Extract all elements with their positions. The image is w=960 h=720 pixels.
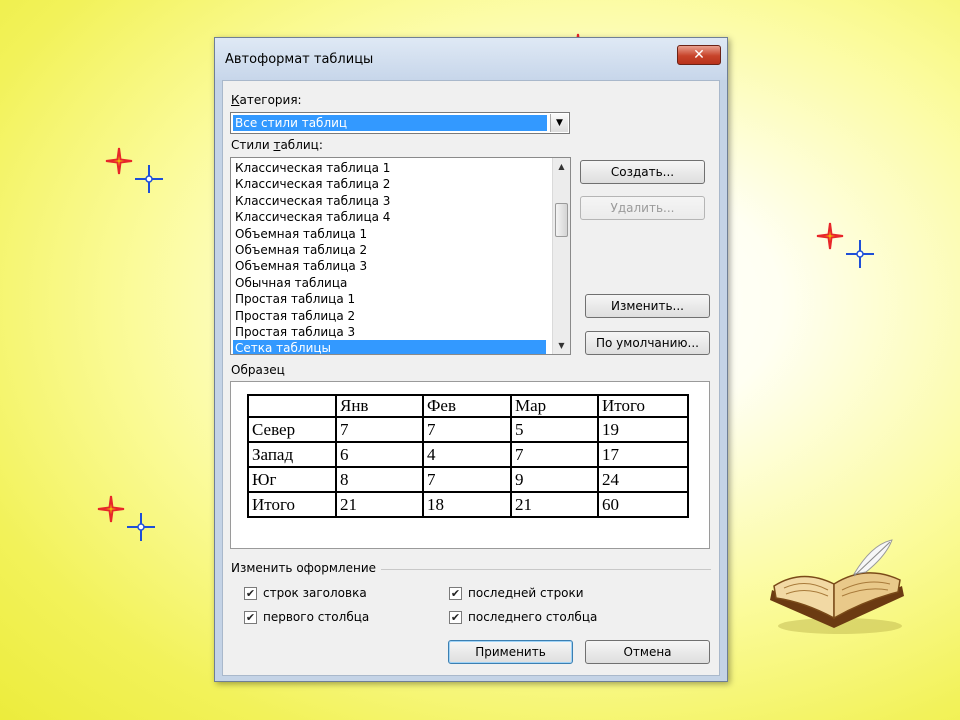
category-label: Категория: [231,93,302,107]
table-cell: 19 [597,416,689,443]
apply-button[interactable]: Применить [448,640,573,664]
last-row-label: последней строки [468,586,584,600]
last-column-checkbox[interactable]: ✔ [449,611,462,624]
list-item[interactable]: Обычная таблица [233,275,546,291]
scroll-thumb[interactable] [555,203,568,237]
delete-button[interactable]: Удалить... [580,196,705,220]
table-cell: 5 [510,416,599,443]
table-cell: 17 [597,441,689,468]
formatting-group-label: Изменить оформление [231,561,377,575]
table-cell: 7 [335,416,424,443]
dialog-title: Автоформат таблицы [225,52,374,67]
list-item[interactable]: Классическая таблица 4 [233,209,546,225]
category-dropdown[interactable]: Все стили таблиц ▼ [230,112,570,134]
list-item[interactable]: Классическая таблица 2 [233,176,546,192]
table-cell: 7 [510,441,599,468]
sparkle-blue-icon [134,164,164,194]
header-rows-label: строк заголовка [263,586,367,600]
list-item[interactable]: Объемная таблица 2 [233,242,546,258]
sparkle-red-icon [104,146,134,176]
table-row: Янв Фев Мар Итого [247,394,689,418]
set-default-button[interactable]: По умолчанию... [585,331,710,355]
table-cell: Мар [510,394,599,418]
autoformat-dialog: Автоформат таблицы ✕ Категория: Все стил… [214,37,728,682]
create-button[interactable]: Создать... [580,160,705,184]
close-button[interactable]: ✕ [677,45,721,65]
table-styles-list[interactable]: Классическая таблица 1 Классическая табли… [230,157,571,355]
sparkle-blue-icon [845,239,875,269]
table-cell: Север [247,416,337,443]
table-cell [247,394,337,418]
table-cell: Запад [247,441,337,468]
table-cell: 18 [422,491,512,518]
table-cell: 60 [597,491,689,518]
table-cell: 21 [510,491,599,518]
table-row: Север 7 7 5 19 [247,416,689,443]
table-cell: 7 [422,466,512,493]
category-selected-value: Все стили таблиц [233,115,547,131]
sample-label: Образец [231,363,285,377]
list-item[interactable]: Простая таблица 2 [233,308,546,324]
table-cell: 21 [335,491,424,518]
modify-button[interactable]: Изменить... [585,294,710,318]
open-book-icon [762,538,912,638]
list-item[interactable]: Классическая таблица 1 [233,160,546,176]
sparkle-red-icon [815,221,845,251]
list-item[interactable]: Классическая таблица 3 [233,193,546,209]
sample-table: Янв Фев Мар Итого Север 7 7 5 19 Запад 6 4 7 17 Юг 8 7 9 2… [247,394,689,518]
table-cell: 7 [422,416,512,443]
sample-preview: Янв Фев Мар Итого Север 7 7 5 19 Запад 6 4 7 17 Юг 8 7 9 2… [230,381,710,549]
table-row: Запад 6 4 7 17 [247,441,689,468]
table-cell: Янв [335,394,424,418]
close-icon: ✕ [693,47,705,63]
cancel-button[interactable]: Отмена [585,640,710,664]
table-cell: 9 [510,466,599,493]
table-cell: 6 [335,441,424,468]
list-item[interactable]: Сетка таблицы [233,340,546,354]
sparkle-red-icon [96,494,126,524]
styles-label: Стили таблиц: [231,138,323,152]
first-column-label: первого столбца [263,610,370,624]
last-column-label: последнего столбца [468,610,598,624]
table-cell: 4 [422,441,512,468]
dialog-client-area: Категория: Все стили таблиц ▼ Стили табл… [222,80,720,676]
table-cell: 24 [597,466,689,493]
table-cell: Фев [422,394,512,418]
scroll-up-icon[interactable]: ▲ [553,158,570,175]
group-divider [381,569,711,570]
sparkle-blue-icon [126,512,156,542]
table-row: Юг 8 7 9 24 [247,466,689,493]
list-item[interactable]: Объемная таблица 1 [233,226,546,242]
table-cell: 8 [335,466,424,493]
table-row: Итого 21 18 21 60 [247,491,689,518]
table-cell: Итого [247,491,337,518]
scroll-down-icon[interactable]: ▼ [553,337,570,354]
first-column-checkbox[interactable]: ✔ [244,611,257,624]
list-item[interactable]: Простая таблица 1 [233,291,546,307]
list-item[interactable]: Объемная таблица 3 [233,258,546,274]
table-cell: Юг [247,466,337,493]
list-item[interactable]: Простая таблица 3 [233,324,546,340]
header-rows-checkbox[interactable]: ✔ [244,587,257,600]
chevron-down-icon[interactable]: ▼ [550,114,568,132]
styles-scrollbar[interactable]: ▲ ▼ [552,158,570,354]
table-cell: Итого [597,394,689,418]
title-bar: Автоформат таблицы ✕ [215,38,727,80]
last-row-checkbox[interactable]: ✔ [449,587,462,600]
